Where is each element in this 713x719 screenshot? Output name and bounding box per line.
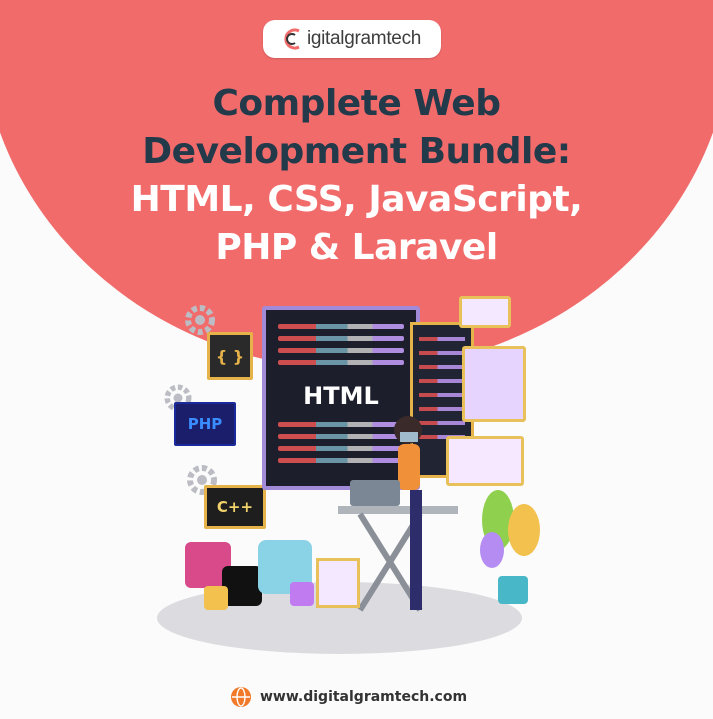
course-title: Complete Web Development Bundle: HTML, C… — [0, 80, 713, 272]
layout-window-card — [462, 346, 526, 422]
php-tag: PHP — [174, 402, 236, 446]
cpp-tag: C++ — [204, 485, 266, 529]
user-app-icon — [290, 582, 314, 606]
plant-illustration — [480, 490, 540, 604]
small-window-card — [459, 296, 511, 328]
title-line-2: Development Bundle: — [142, 131, 571, 172]
website-url[interactable]: www.digitalgramtech.com — [260, 689, 467, 705]
photo-app-icon — [204, 586, 228, 610]
window-app-icon — [316, 558, 360, 608]
title-line-4: PHP & Laravel — [215, 227, 498, 268]
brand-logo: igitalgramtech — [263, 20, 441, 58]
braces-tag: { } — [207, 332, 253, 380]
course-banner: igitalgramtech Complete Web Development … — [0, 0, 713, 719]
html-label: HTML — [303, 382, 379, 410]
title-line-3: HTML, CSS, JavaScript, — [130, 179, 583, 220]
title-line-1: Complete Web — [212, 83, 501, 124]
brand-name: igitalgramtech — [306, 28, 422, 49]
footer-website: www.digitalgramtech.com — [230, 686, 467, 708]
d-swirl-logo-icon — [284, 28, 300, 50]
headphones-app-icon — [222, 566, 262, 606]
globe-icon — [231, 687, 251, 707]
